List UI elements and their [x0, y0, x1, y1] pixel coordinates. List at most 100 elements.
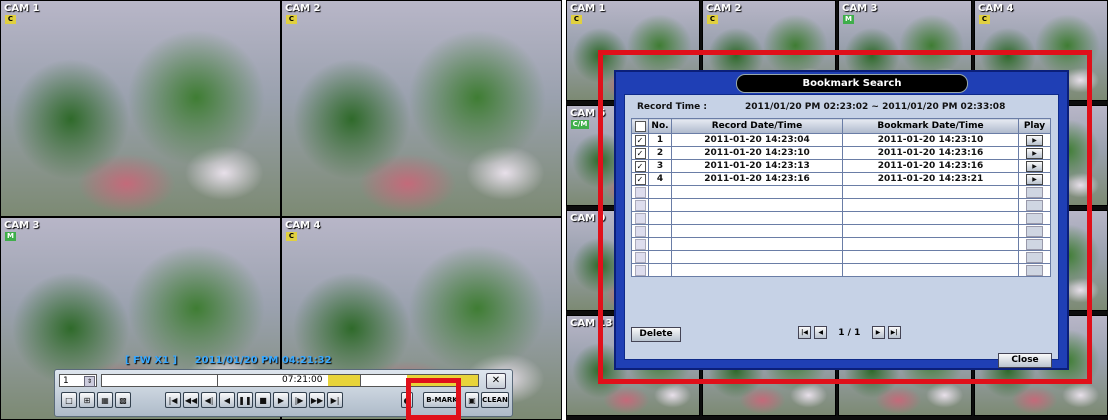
- bookmark-datetime: 2011-01-20 14:23:16: [842, 146, 1019, 160]
- timeline-time: 07:21:00: [282, 375, 323, 385]
- close-button[interactable]: Close: [998, 353, 1052, 368]
- camera-status-badge: C/M: [571, 120, 589, 129]
- checkbox-icon: [634, 212, 646, 224]
- stop-button[interactable]: ■: [255, 392, 271, 408]
- step-forward-button[interactable]: |▶: [291, 392, 307, 408]
- record-datetime: 2011-01-20 14:23:16: [671, 172, 843, 186]
- timeline-divider: [360, 375, 361, 386]
- highlight-box: [406, 378, 461, 420]
- record-datetime: 2011-01-20 14:23:13: [671, 159, 843, 173]
- empty-row: ▶: [631, 237, 1051, 251]
- row-checkbox[interactable]: ✓: [634, 160, 646, 172]
- next-page-icon[interactable]: ▶: [871, 326, 885, 339]
- checkbox-icon[interactable]: [634, 120, 646, 132]
- record-datetime: 2011-01-20 14:23:04: [671, 133, 843, 147]
- play-icon: ▶: [1026, 251, 1043, 263]
- layout-single-button[interactable]: □: [61, 392, 77, 408]
- pause-button[interactable]: ❚❚: [237, 392, 253, 408]
- camera-label: CAM 3: [4, 220, 40, 231]
- play-icon: ▶: [1026, 238, 1043, 250]
- empty-row: ▶: [631, 211, 1051, 225]
- camera-label: CAM 1: [570, 3, 606, 14]
- reverse-play-button[interactable]: ◀: [219, 392, 235, 408]
- column-header: Record Date/Time: [671, 118, 843, 134]
- play-icon[interactable]: ▶: [1026, 160, 1043, 172]
- camera-label: CAM 4: [285, 220, 321, 231]
- close-control-bar-button[interactable]: ✕: [486, 373, 506, 389]
- empty-row: ▶: [631, 224, 1051, 238]
- prev-page-icon[interactable]: ◀: [814, 326, 828, 339]
- empty-row: ▶: [631, 263, 1051, 277]
- dialog-body: Record Time : 2011/01/20 PM 02:23:02 ~ 2…: [624, 94, 1059, 368]
- camera-label: CAM 2: [706, 3, 742, 14]
- step-back-button[interactable]: ◀|: [201, 392, 217, 408]
- channel-selector[interactable]: 1 ⇕: [59, 374, 97, 387]
- table-row[interactable]: ✓ 1 2011-01-20 14:23:04 2011-01-20 14:23…: [631, 133, 1051, 147]
- record-datetime: 2011-01-20 14:23:10: [671, 146, 843, 160]
- camera-status-badge: C: [286, 232, 297, 241]
- timeline-divider: [217, 375, 218, 386]
- camera-status-badge: C: [707, 15, 718, 24]
- table-row[interactable]: ✓ 4 2011-01-20 14:23:16 2011-01-20 14:23…: [631, 172, 1051, 186]
- camera-status-badge: M: [5, 232, 16, 241]
- playback-status: [ FW X1 ] 2011/01/20 PM 04:21:32: [125, 355, 346, 366]
- select-all-checkbox[interactable]: [631, 118, 649, 134]
- go-first-button[interactable]: |◀: [165, 392, 181, 408]
- column-header: Play: [1018, 118, 1051, 134]
- clean-button[interactable]: CLEAN: [481, 392, 509, 408]
- layout-quad-button[interactable]: ⊞: [79, 392, 95, 408]
- spinner-icon[interactable]: ⇕: [84, 376, 95, 387]
- bookmark-datetime: 2011-01-20 14:23:16: [842, 159, 1019, 173]
- row-number: 3: [648, 159, 672, 173]
- play-icon: ▶: [1026, 225, 1043, 237]
- camera-label: CAM 4: [978, 3, 1014, 14]
- camera-status-badge: C: [979, 15, 990, 24]
- checkbox-icon: [634, 199, 646, 211]
- first-page-icon[interactable]: |◀: [798, 326, 811, 339]
- save-icon[interactable]: ▣: [465, 392, 479, 408]
- go-last-button[interactable]: ▶|: [327, 392, 343, 408]
- last-page-icon[interactable]: ▶|: [887, 326, 901, 339]
- play-button[interactable]: ▶: [273, 392, 289, 408]
- row-checkbox[interactable]: ✓: [634, 147, 646, 159]
- table-header-row: No. Record Date/Time Bookmark Date/Time …: [631, 118, 1051, 134]
- delete-button[interactable]: Delete: [631, 327, 681, 342]
- record-time-value: 2011/01/20 PM 02:23:02 ~ 2011/01/20 PM 0…: [745, 102, 1006, 112]
- play-icon[interactable]: ▶: [1026, 147, 1043, 159]
- fast-rewind-button[interactable]: ◀◀: [183, 392, 199, 408]
- layout-9-button[interactable]: ▦: [97, 392, 113, 408]
- checkbox-icon: [634, 225, 646, 237]
- bookmark-datetime: 2011-01-20 14:23:21: [842, 172, 1019, 186]
- channel-value: 1: [63, 376, 69, 386]
- row-number: 2: [648, 146, 672, 160]
- camera-status-badge: C: [571, 15, 582, 24]
- camera-tile-2[interactable]: CAM 2 C: [281, 0, 562, 217]
- timeline-segment-recorded: [328, 375, 360, 386]
- column-header: No.: [648, 118, 672, 134]
- play-icon[interactable]: ▶: [1026, 173, 1043, 185]
- playback-view-quad: CAM 1 C CAM 2 C CAM 3 M CAM 4 C [ FW X1 …: [0, 0, 562, 420]
- empty-row: ▶: [631, 250, 1051, 264]
- checkbox-icon: [634, 264, 646, 276]
- checkbox-icon: [634, 251, 646, 263]
- play-icon: ▶: [1026, 199, 1043, 211]
- bookmark-search-view: CAM 1 C CAM 2 C CAM 3 M CAM 4 C CAM 5 C/…: [566, 0, 1108, 420]
- checkbox-icon: [634, 186, 646, 198]
- timeline-segment: [102, 375, 217, 386]
- camera-label: CAM 3: [842, 3, 878, 14]
- bookmark-datetime: 2011-01-20 14:23:10: [842, 133, 1019, 147]
- camera-label: CAM 2: [285, 3, 321, 14]
- table-row[interactable]: ✓ 3 2011-01-20 14:23:13 2011-01-20 14:23…: [631, 159, 1051, 173]
- row-checkbox[interactable]: ✓: [634, 173, 646, 185]
- table-row[interactable]: ✓ 2 2011-01-20 14:23:10 2011-01-20 14:23…: [631, 146, 1051, 160]
- play-icon[interactable]: ▶: [1026, 134, 1043, 146]
- play-icon: ▶: [1026, 212, 1043, 224]
- fast-forward-button[interactable]: ▶▶: [309, 392, 325, 408]
- playback-datetime: 2011/01/20 PM 04:21:32: [194, 355, 332, 366]
- bookmark-table: No. Record Date/Time Bookmark Date/Time …: [631, 118, 1051, 277]
- dialog-title: Bookmark Search: [736, 74, 968, 93]
- camera-label: CAM 1: [4, 3, 40, 14]
- layout-16-button[interactable]: ▩: [115, 392, 131, 408]
- row-checkbox[interactable]: ✓: [634, 134, 646, 146]
- camera-tile-1[interactable]: CAM 1 C: [0, 0, 281, 217]
